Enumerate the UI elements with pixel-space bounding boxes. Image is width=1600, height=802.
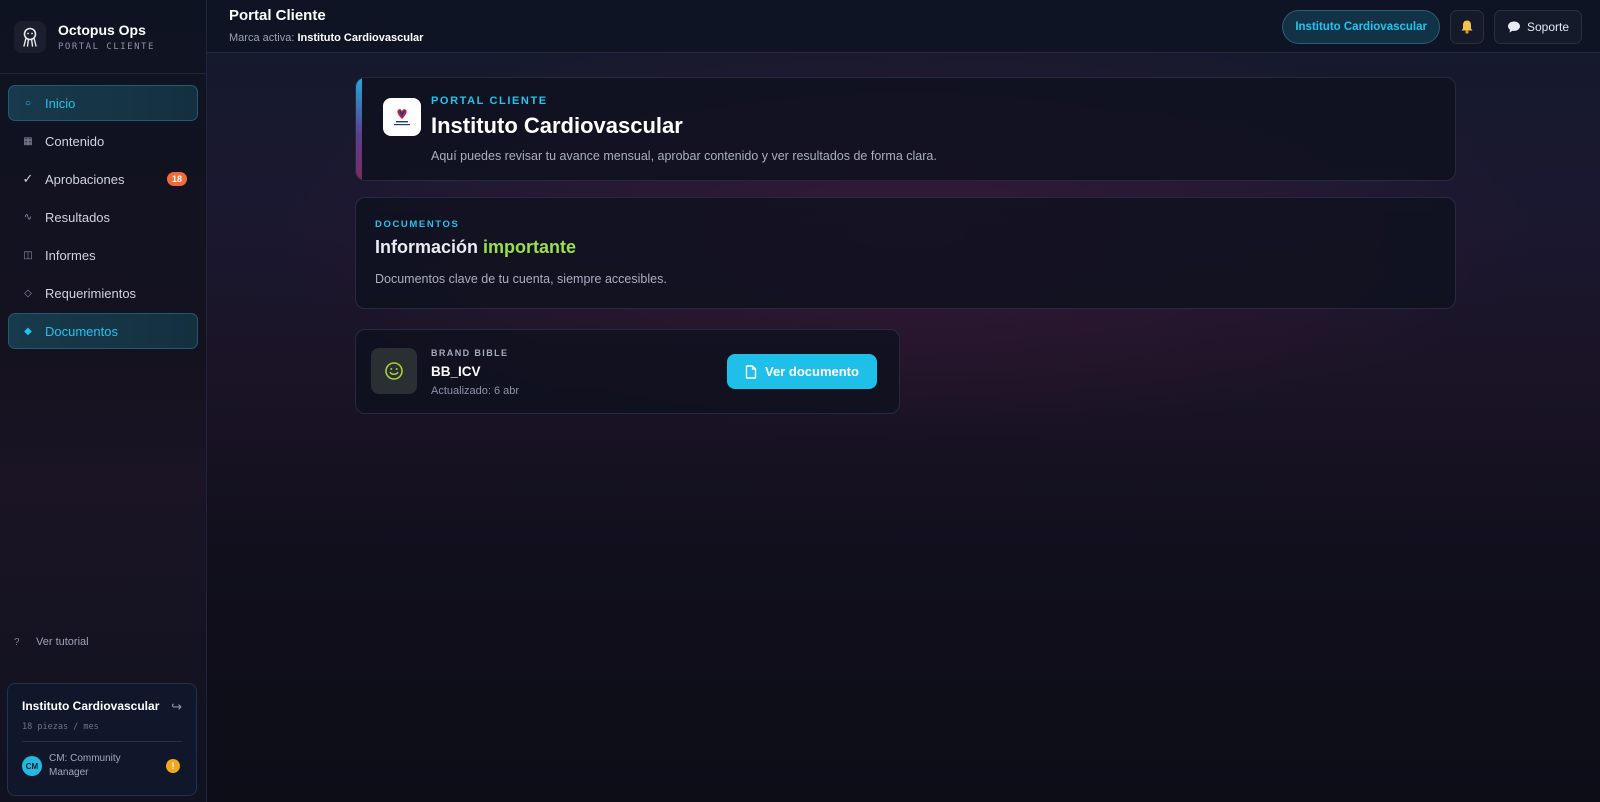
brand-header[interactable]: Octopus Ops PORTAL CLIENTE (0, 0, 206, 74)
warning-badge: ! (166, 759, 180, 773)
notifications-button[interactable] (1449, 10, 1484, 44)
document-name: BB_ICV (431, 364, 481, 379)
sidebar-item-contenido[interactable]: ▦ Contenido (8, 123, 198, 159)
sidebar-item-label: Aprobaciones (45, 171, 125, 187)
sidebar-item-aprobaciones[interactable]: ✓ Aprobaciones 18 (8, 161, 198, 197)
switch-account-icon[interactable]: ↪ (171, 699, 182, 715)
sidebar-nav: ○ Inicio ▦ Contenido ✓ Aprobaciones 18 ∿… (0, 74, 206, 349)
view-document-button[interactable]: Ver documento (727, 354, 877, 389)
documents-title-plain: Información (375, 237, 479, 257)
divider (22, 741, 182, 742)
document-kind: BRAND BIBLE (431, 348, 509, 358)
active-brand-label: Marca activa: (229, 32, 295, 44)
document-card: BRAND BIBLE BB_ICV Actualizado: 6 abr Ve… (355, 329, 900, 414)
sidebar-item-resultados[interactable]: ∿ Resultados (8, 199, 198, 235)
topbar: Portal Cliente Marca activa: Instituto C… (207, 0, 1600, 53)
documents-header-card: DOCUMENTOS Información importante Docume… (355, 197, 1456, 309)
account-card: Instituto Cardiovascular ↪ 18 piezas / m… (7, 683, 197, 796)
sidebar-item-documentos[interactable]: ◆ Documentos (8, 313, 198, 349)
tutorial-link[interactable]: ? Ver tutorial (14, 636, 89, 648)
account-manager[interactable]: CM CM: Community Manager ! (22, 752, 182, 780)
hero-eyebrow: PORTAL CLIENTE (431, 95, 548, 107)
support-button[interactable]: Soporte (1493, 10, 1582, 44)
file-icon (745, 364, 757, 379)
check-icon: ✓ (22, 171, 34, 186)
hero-accent-bar (356, 78, 362, 180)
app-root: Octopus Ops PORTAL CLIENTE ○ Inicio ▦ Co… (0, 0, 1600, 802)
sidebar-item-label: Contenido (45, 133, 105, 149)
hero-description: Aquí puedes revisar tu avance mensual, a… (431, 149, 937, 163)
smiley-icon (371, 348, 417, 394)
sidebar-item-label: Inicio (45, 95, 76, 111)
brand-selector-button[interactable]: Instituto Cardiovascular (1282, 10, 1440, 44)
documents-title-highlight: importante (483, 237, 577, 257)
brand-tagline: PORTAL CLIENTE (58, 41, 155, 52)
avatar: CM (22, 756, 42, 776)
manager-role: CM: Community Manager (49, 753, 121, 778)
diamond-outline-icon: ◇ (24, 287, 32, 299)
documents-eyebrow: DOCUMENTOS (375, 219, 460, 230)
sidebar-item-label: Resultados (45, 209, 111, 225)
trend-icon: ∿ (23, 211, 33, 223)
report-icon: ◫ (23, 249, 33, 261)
sidebar: Octopus Ops PORTAL CLIENTE ○ Inicio ▦ Co… (0, 0, 207, 802)
main-area: Portal Cliente Marca activa: Instituto C… (207, 0, 1600, 802)
account-plan: 18 piezas / mes (22, 722, 99, 732)
chat-bubble-icon (1507, 21, 1520, 33)
approvals-count-badge: 18 (166, 172, 187, 186)
active-brand-value: Instituto Cardiovascular (297, 32, 424, 44)
sidebar-item-label: Informes (45, 247, 96, 263)
client-logo-icon (383, 98, 421, 136)
grid-icon: ▦ (23, 135, 33, 147)
account-name: Instituto Cardiovascular (22, 699, 160, 713)
sidebar-item-informes[interactable]: ◫ Informes (8, 237, 198, 273)
top-actions: Instituto Cardiovascular Soporte (1282, 10, 1582, 44)
sidebar-item-inicio[interactable]: ○ Inicio (8, 85, 198, 121)
tutorial-label: Ver tutorial (36, 636, 89, 648)
hero-card: PORTAL CLIENTE Instituto Cardiovascular … (355, 77, 1456, 181)
support-label: Soporte (1526, 20, 1569, 34)
octopus-logo-icon (14, 20, 46, 53)
documents-description: Documentos clave de tu cuenta, siempre a… (375, 272, 667, 286)
view-document-label: Ver documento (765, 364, 859, 379)
sidebar-item-label: Requerimientos (45, 285, 137, 301)
sidebar-item-requerimientos[interactable]: ◇ Requerimientos (8, 275, 198, 311)
document-updated: Actualizado: 6 abr (431, 385, 520, 397)
sidebar-item-label: Documentos (45, 323, 118, 339)
help-icon: ? (14, 636, 20, 648)
diamond-icon: ◆ (24, 325, 32, 337)
brand-name: Octopus Ops (58, 21, 146, 38)
bell-icon (1461, 20, 1473, 34)
hero-title: Instituto Cardiovascular (431, 113, 683, 138)
documents-title: Información importante (375, 237, 576, 258)
circle-icon: ○ (24, 97, 32, 109)
